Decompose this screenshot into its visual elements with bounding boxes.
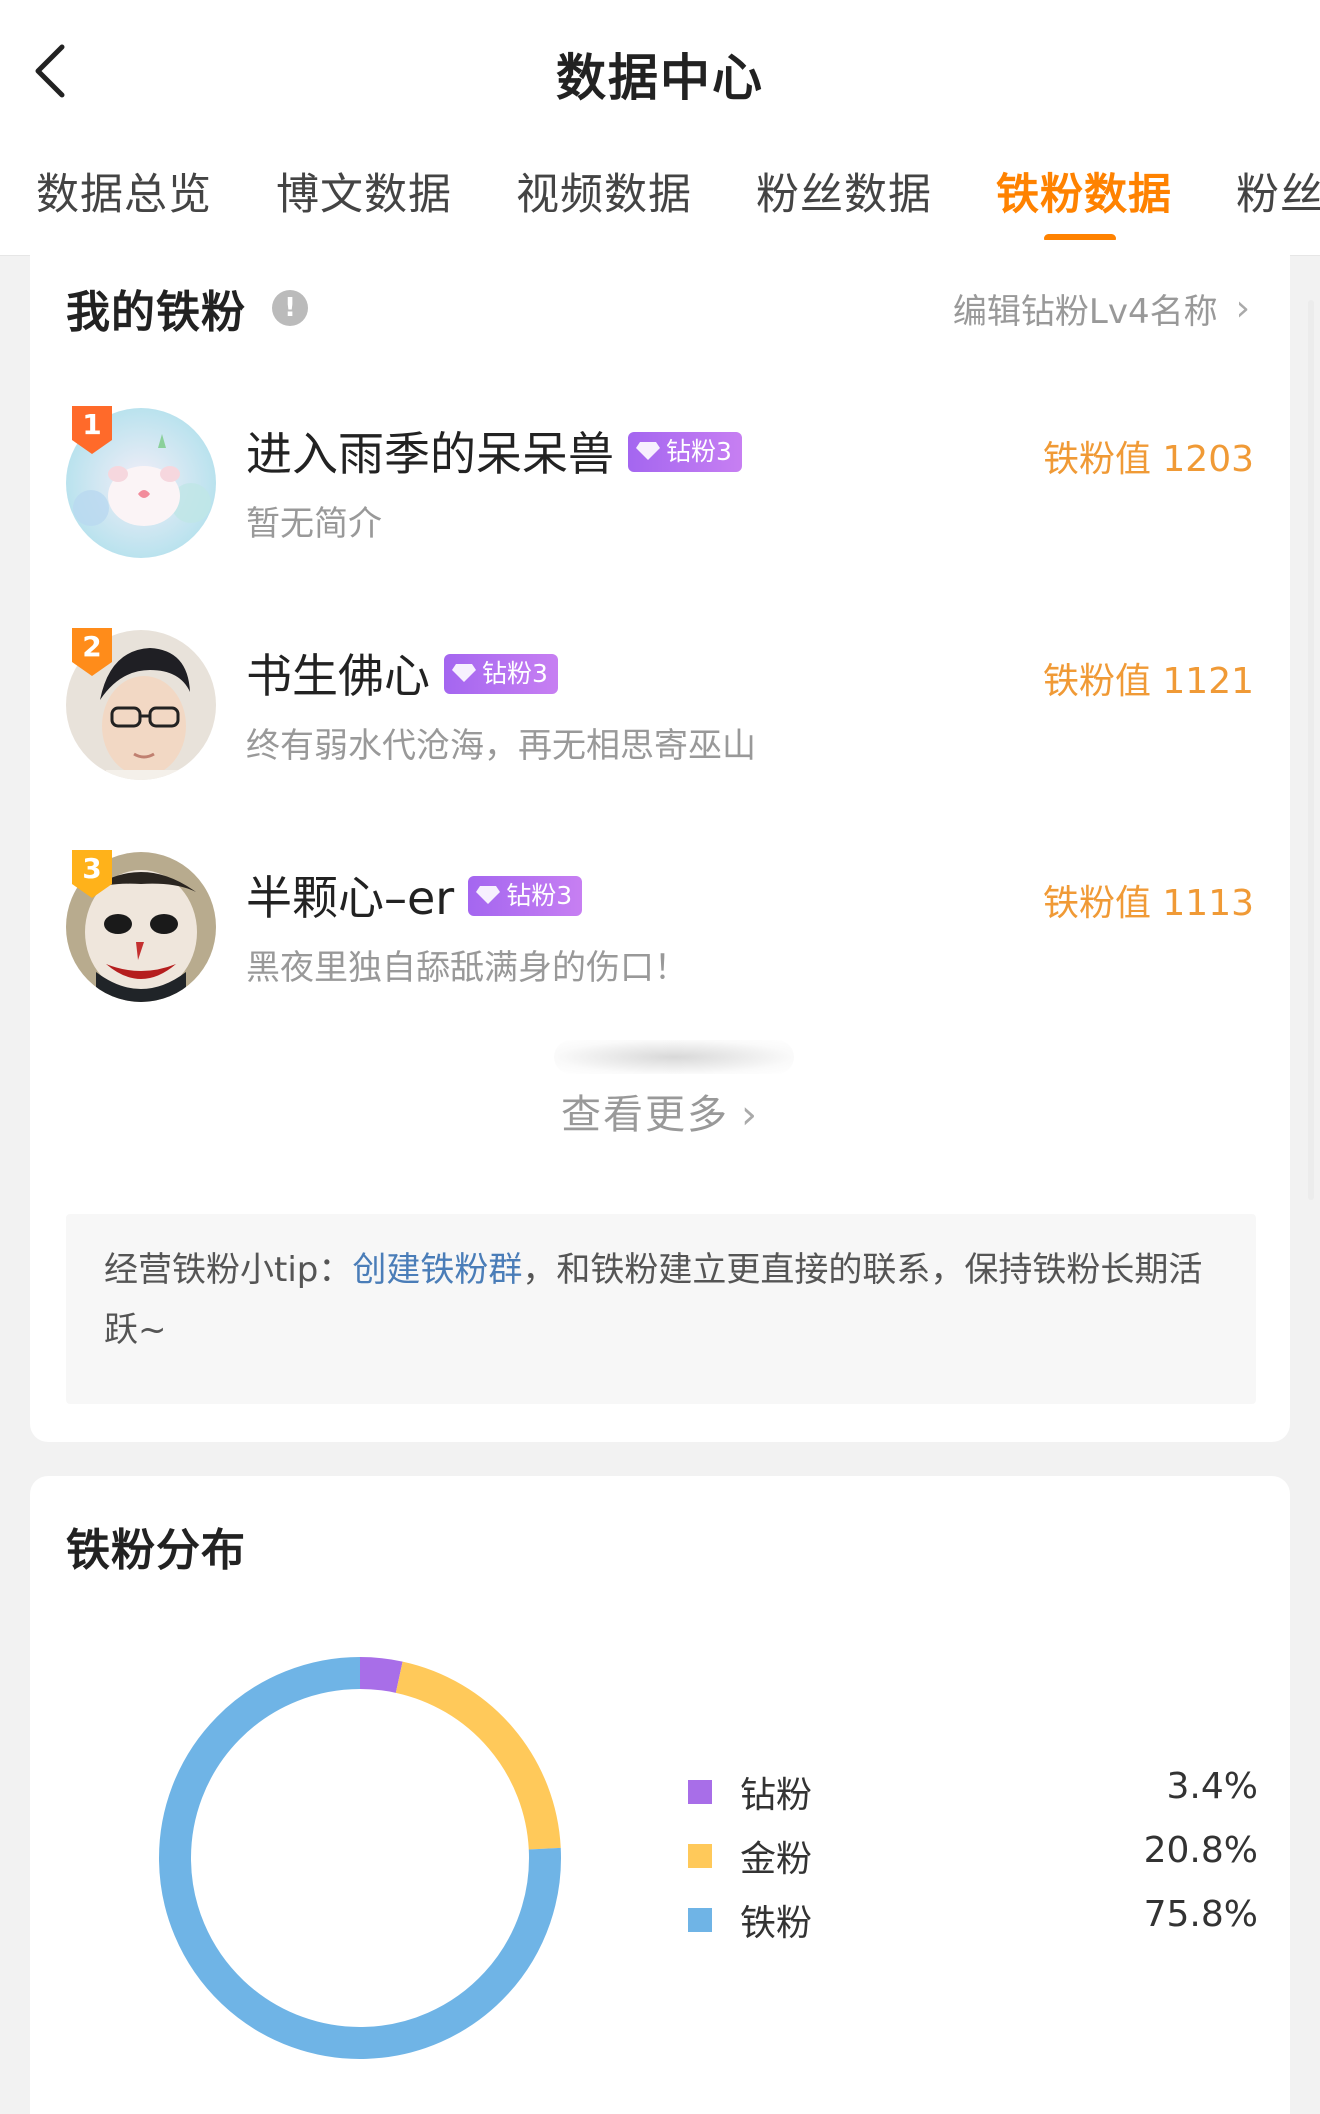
legend-swatch: [688, 1780, 712, 1804]
legend-swatch: [688, 1908, 712, 1932]
tab-fans[interactable]: 粉丝数据: [756, 160, 932, 222]
edit-level-name-link[interactable]: 编辑钻粉Lv4名称 ›: [953, 284, 1250, 333]
page-title: 数据中心: [556, 49, 764, 107]
iron-fan-distribution-card: 铁粉分布 钻粉 3.4% 金粉 20.8% 铁粉 75.8%: [30, 1476, 1290, 2114]
section-title-my-fans: 我的铁粉: [66, 287, 246, 338]
tab-posts[interactable]: 博文数据: [276, 160, 452, 222]
my-iron-fans-card: 我的铁粉 ! 编辑钻粉Lv4名称 › 1 进入雨季的呆呆兽 钻粉3 暂无简介 铁…: [30, 240, 1290, 1442]
fan-bio: 黑夜里独自舔舐满身的伤口！: [246, 948, 688, 988]
section-title-distribution: 铁粉分布: [66, 1525, 246, 1576]
legend-item: 铁粉 75.8%: [658, 1890, 1258, 1954]
edit-link-label: 编辑钻粉Lv4名称: [952, 292, 1218, 332]
fan-bio: 终有弱水代沧海，再无相思寄巫山: [246, 726, 756, 766]
fan-name-text: 半颗心–er: [246, 871, 455, 925]
tip-box: 经营铁粉小tip：创建铁粉群，和铁粉建立更直接的联系，保持铁粉长期活跃~: [66, 1214, 1256, 1404]
fan-name-text: 书生佛心: [246, 649, 430, 703]
diamond-icon: [476, 885, 501, 904]
rank-badge: 1: [68, 402, 116, 458]
legend-swatch: [688, 1844, 712, 1868]
tip-prefix: 经营铁粉小tip：: [104, 1250, 353, 1290]
donut-slice-1: [359, 1657, 403, 1693]
tab-video[interactable]: 视频数据: [516, 160, 692, 222]
legend-label: 金粉: [740, 1839, 813, 1880]
fan-name-text: 进入雨季的呆呆兽: [246, 427, 614, 481]
view-more-button[interactable]: 查看更多 ›: [30, 1082, 1290, 1140]
tab-overview[interactable]: 数据总览: [36, 160, 212, 222]
chart-legend: 钻粉 3.4% 金粉 20.8% 铁粉 75.8%: [658, 1762, 1258, 1954]
info-icon[interactable]: !: [272, 290, 308, 326]
fan-bio: 暂无简介: [246, 504, 382, 544]
tab-iron-fans[interactable]: 铁粉数据: [996, 160, 1172, 222]
fan-list-item[interactable]: 1 进入雨季的呆呆兽 钻粉3 暂无简介 铁粉值 1203: [30, 406, 1290, 578]
scrollbar[interactable]: [1308, 300, 1314, 1200]
legend-value: 3.4%: [1166, 1766, 1258, 1807]
fan-score: 铁粉值 1121: [1042, 661, 1254, 702]
legend-label: 钻粉: [740, 1775, 813, 1816]
fan-name: 进入雨季的呆呆兽 钻粉3: [246, 418, 742, 484]
level-badge: 钻粉3: [628, 431, 742, 472]
donut-chart: [159, 1657, 561, 2059]
app-header: 数据中心 数据总览 博文数据 视频数据 粉丝数据 铁粉数据 粉丝: [0, 0, 1320, 256]
create-fan-group-link[interactable]: 创建铁粉群: [352, 1250, 522, 1290]
fan-score: 铁粉值 1203: [1042, 439, 1254, 480]
fan-name: 半颗心–er 钻粉3: [246, 862, 583, 928]
fan-list-item[interactable]: 2 书生佛心 钻粉3 终有弱水代沧海，再无相思寄巫山 铁粉值 1121: [30, 628, 1290, 800]
fan-list-item[interactable]: 3 半颗心–er 钻粉3 黑夜里独自舔舐满身的伤口！ 铁粉值 1113: [30, 850, 1290, 1022]
legend-item: 金粉 20.8%: [658, 1826, 1258, 1890]
fan-name: 书生佛心 钻粉3: [246, 640, 558, 706]
chevron-right-icon: ›: [1235, 288, 1250, 329]
diamond-icon: [452, 663, 476, 682]
legend-label: 铁粉: [740, 1903, 813, 1944]
tab-fans-more[interactable]: 粉丝: [1236, 160, 1320, 222]
rank-badge: 3: [68, 846, 116, 902]
chevron-right-icon: ›: [741, 1092, 759, 1138]
legend-value: 75.8%: [1143, 1894, 1258, 1935]
diamond-icon: [636, 441, 660, 460]
view-more-label: 查看更多: [561, 1092, 729, 1138]
donut-slice-2: [395, 1661, 561, 1850]
fan-score: 铁粉值 1113: [1042, 883, 1254, 924]
rank-badge: 2: [68, 624, 116, 680]
legend-value: 20.8%: [1143, 1830, 1258, 1871]
level-badge: 钻粉3: [468, 875, 583, 916]
legend-item: 钻粉 3.4%: [658, 1762, 1258, 1826]
blurred-overlay: [554, 1040, 794, 1074]
level-badge: 钻粉3: [444, 653, 558, 694]
